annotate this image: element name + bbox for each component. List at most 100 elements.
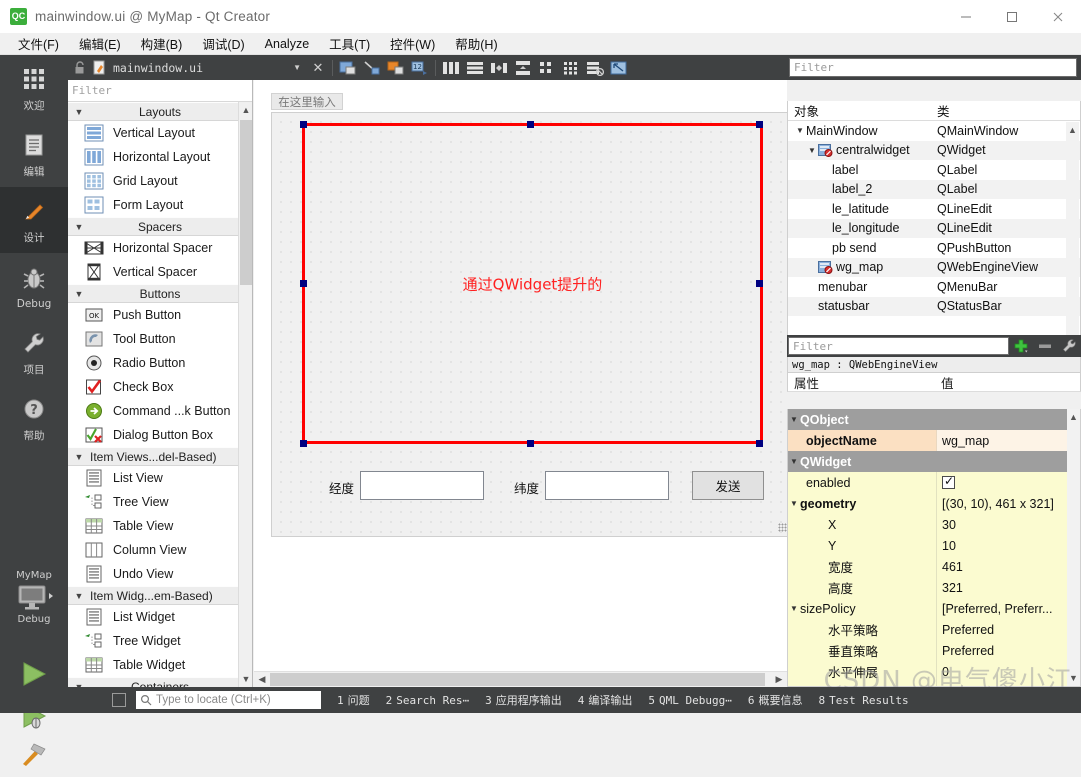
chevron-down-icon[interactable]: ▼ bbox=[788, 499, 800, 508]
kit-selector[interactable]: MyMap Debug bbox=[0, 570, 68, 625]
layout-vertical-icon[interactable] bbox=[463, 55, 487, 80]
build-button[interactable] bbox=[0, 731, 68, 777]
resize-handle-bottom-center[interactable] bbox=[527, 440, 534, 447]
widget-item-undo-view[interactable]: Undo View bbox=[68, 562, 252, 586]
menu-analyze[interactable]: Analyze bbox=[255, 35, 319, 53]
property-editor-scrollbar[interactable]: ▲ ▼ bbox=[1067, 409, 1080, 686]
property-row-width[interactable]: 宽度 461 bbox=[788, 556, 1080, 577]
output-pane-test-results[interactable]: 8 Test Results bbox=[818, 694, 908, 707]
widget-item-table-widget[interactable]: Table Widget bbox=[68, 653, 252, 677]
edit-signals-slots-icon[interactable] bbox=[360, 55, 384, 80]
property-value[interactable]: Preferred bbox=[936, 619, 1080, 640]
output-pane-compile-output[interactable]: 4 编译输出 bbox=[578, 692, 633, 708]
sidebar-item-debug[interactable]: Debug bbox=[0, 253, 68, 319]
property-row-height[interactable]: 高度 321 bbox=[788, 577, 1080, 598]
widget-item-tree-widget[interactable]: Tree Widget bbox=[68, 629, 252, 653]
table-row[interactable]: label QLabel bbox=[788, 160, 1080, 180]
property-value[interactable]: wg_map bbox=[936, 430, 1080, 451]
output-pane-qml-debugger[interactable]: 5 QML Debugg⋯ bbox=[648, 694, 731, 707]
object-tree-filter-input[interactable]: Filter bbox=[789, 58, 1077, 77]
table-row[interactable]: le_latitude QLineEdit bbox=[788, 199, 1080, 219]
sidebar-item-help[interactable]: ? 帮助 bbox=[0, 385, 68, 451]
property-row-geometry[interactable]: ▼ geometry [(30, 10), 461 x 321] bbox=[788, 493, 1080, 514]
table-row[interactable]: pb send QPushButton bbox=[788, 238, 1080, 258]
horizontal-scrollbar-thumb[interactable] bbox=[270, 673, 765, 686]
edit-tab-order-icon[interactable]: 12 bbox=[408, 55, 432, 80]
property-row-vertical-policy[interactable]: 垂直策略 Preferred bbox=[788, 640, 1080, 661]
widget-item-check-box[interactable]: Check Box bbox=[68, 375, 252, 399]
scroll-up-icon[interactable]: ▲ bbox=[1066, 122, 1079, 138]
property-value[interactable]: 10 bbox=[936, 535, 1080, 556]
widget-item-column-view[interactable]: Column View bbox=[68, 538, 252, 562]
scroll-right-icon[interactable]: ▶ bbox=[771, 672, 787, 688]
close-button[interactable] bbox=[1035, 0, 1081, 33]
break-layout-icon[interactable] bbox=[583, 55, 607, 80]
table-row[interactable]: ▼ MainWindow QMainWindow bbox=[788, 121, 1080, 141]
widget-item-vertical-layout[interactable]: Vertical Layout bbox=[68, 121, 252, 145]
scrollbar-thumb[interactable] bbox=[240, 120, 252, 285]
property-value[interactable]: 0 bbox=[936, 661, 1080, 682]
sidebar-item-edit[interactable]: 编辑 bbox=[0, 121, 68, 187]
output-pane-application-output[interactable]: 3 应用程序输出 bbox=[485, 692, 562, 708]
scroll-down-icon[interactable]: ▼ bbox=[239, 671, 252, 687]
unlock-icon[interactable] bbox=[68, 60, 92, 75]
widget-box-filter-input[interactable]: Filter bbox=[68, 80, 252, 102]
table-row-selected[interactable]: wg_map QWebEngineView bbox=[788, 257, 1080, 277]
output-pane-general-messages[interactable]: 6 概要信息 bbox=[748, 692, 803, 708]
widget-item-table-view[interactable]: Table View bbox=[68, 514, 252, 538]
pb-send-button[interactable]: 发送 bbox=[692, 471, 764, 500]
form-editor-horizontal-scrollbar[interactable]: ◀ ▶ bbox=[254, 671, 787, 687]
property-value[interactable]: Preferred bbox=[936, 640, 1080, 661]
table-row[interactable]: statusbar QStatusBar bbox=[788, 296, 1080, 316]
widget-item-tree-view[interactable]: Tree View bbox=[68, 490, 252, 514]
widget-item-vertical-spacer[interactable]: Vertical Spacer bbox=[68, 260, 252, 284]
chevron-down-icon[interactable]: ▼ bbox=[788, 604, 800, 613]
widget-box-scrollbar[interactable]: ▲ ▼ bbox=[238, 102, 252, 687]
menu-edit[interactable]: 编辑(E) bbox=[69, 32, 131, 55]
widget-category-item-views[interactable]: ▼ Item Views...del-Based) bbox=[68, 447, 252, 466]
property-row-x[interactable]: X 30 bbox=[788, 514, 1080, 535]
resize-handle-middle-left[interactable] bbox=[300, 280, 307, 287]
table-row[interactable]: ▼ centralwidget QWidget bbox=[788, 140, 1080, 160]
sidebar-item-design[interactable]: 设计 bbox=[0, 187, 68, 253]
widget-item-tool-button[interactable]: Tool Button bbox=[68, 327, 252, 351]
widget-category-containers[interactable]: ▼ Containers bbox=[68, 677, 252, 687]
wg-map-widget[interactable]: 通过QWidget提升的 bbox=[302, 123, 763, 444]
property-group-qobject[interactable]: ▼ QObject bbox=[788, 409, 1080, 430]
output-pane-search-results[interactable]: 2 Search Res⋯ bbox=[386, 694, 469, 707]
widget-item-push-button[interactable]: OK Push Button bbox=[68, 303, 252, 327]
resize-handle-top-right[interactable] bbox=[756, 121, 763, 128]
enabled-checkbox[interactable] bbox=[942, 474, 955, 489]
property-filter-input[interactable]: Filter bbox=[788, 337, 1009, 355]
object-tree-scrollbar[interactable]: ▲ ▼ bbox=[1066, 122, 1079, 339]
locator-input[interactable]: Type to locate (Ctrl+K) bbox=[136, 691, 321, 709]
layout-form-icon[interactable] bbox=[535, 55, 559, 80]
remove-icon[interactable] bbox=[1033, 335, 1057, 357]
menu-tools[interactable]: 工具(T) bbox=[319, 32, 380, 55]
scroll-left-icon[interactable]: ◀ bbox=[254, 672, 270, 688]
property-row-sizepolicy[interactable]: ▼ sizePolicy [Preferred, Preferr... bbox=[788, 598, 1080, 619]
widget-item-dialog-button-box[interactable]: Dialog Button Box bbox=[68, 423, 252, 447]
chevron-down-icon[interactable]: ▼ bbox=[293, 63, 301, 72]
add-icon[interactable] bbox=[1009, 335, 1033, 357]
edit-buddies-icon[interactable] bbox=[384, 55, 408, 80]
property-row-horizontal-stretch[interactable]: 水平伸展 0 bbox=[788, 661, 1080, 682]
scroll-up-icon[interactable]: ▲ bbox=[1067, 409, 1080, 425]
property-row-enabled[interactable]: enabled bbox=[788, 472, 1080, 493]
widget-item-horizontal-layout[interactable]: Horizontal Layout bbox=[68, 145, 252, 169]
menu-widgets[interactable]: 控件(W) bbox=[380, 32, 445, 55]
wrench-icon[interactable] bbox=[1057, 335, 1081, 357]
layout-grid-icon[interactable] bbox=[559, 55, 583, 80]
layout-horizontal-icon[interactable] bbox=[439, 55, 463, 80]
menu-debug[interactable]: 调试(D) bbox=[192, 32, 254, 55]
minimize-button[interactable] bbox=[943, 0, 989, 33]
chevron-down-icon[interactable]: ▼ bbox=[794, 126, 806, 135]
sidebar-item-welcome[interactable]: 欢迎 bbox=[0, 55, 68, 121]
property-value[interactable]: [Preferred, Preferr... bbox=[936, 598, 1080, 619]
chevron-down-icon[interactable]: ▼ bbox=[788, 415, 800, 424]
chevron-down-icon[interactable]: ▼ bbox=[806, 146, 818, 155]
resize-handle-top-center[interactable] bbox=[527, 121, 534, 128]
output-pane-issues[interactable]: 1 问题 bbox=[337, 692, 370, 708]
widget-item-horizontal-spacer[interactable]: Horizontal Spacer bbox=[68, 236, 252, 260]
property-value[interactable]: 321 bbox=[936, 577, 1080, 598]
